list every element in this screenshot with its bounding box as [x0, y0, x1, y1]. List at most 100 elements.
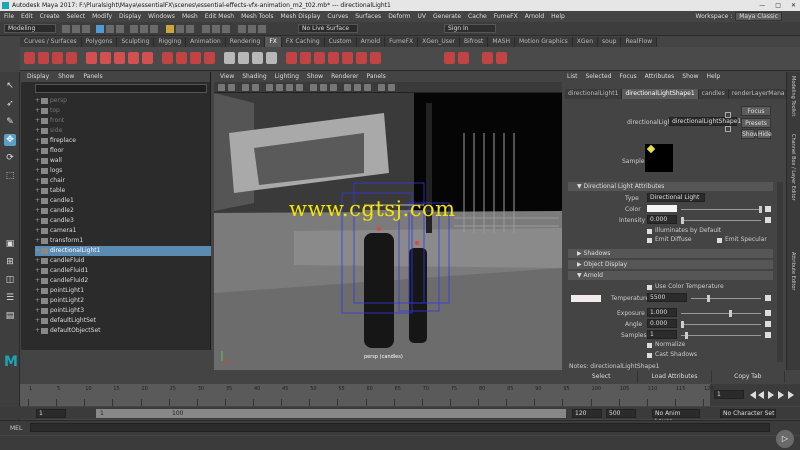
shelf-smoke-icon[interactable] [356, 52, 367, 64]
ae-copy-tab-button[interactable]: Copy Tab [712, 371, 785, 383]
menu-edit-mesh[interactable]: Edit Mesh [205, 13, 234, 20]
illuminates-checkbox[interactable] [647, 229, 652, 234]
outliner-menu-display[interactable]: Display [27, 72, 49, 82]
shelf-tab-fx-caching[interactable]: FX Caching [281, 37, 325, 47]
ae-load-attributes-button[interactable]: Load Attributes [638, 371, 712, 383]
outliner-item[interactable]: + pointLight1 [35, 286, 211, 296]
copy-icon[interactable] [725, 126, 731, 132]
shelf-ocean-icon[interactable] [114, 52, 125, 64]
shelf-ncloth-icon[interactable] [162, 52, 173, 64]
viewport-menu-show[interactable]: Show [307, 72, 323, 82]
shelf-tab-mash[interactable]: MASH [488, 37, 516, 47]
section-object-display[interactable]: ▶ Object Display [568, 260, 773, 269]
exposure-slider[interactable] [681, 310, 761, 317]
shadows-icon[interactable] [310, 84, 317, 91]
shelf-tab-xgen[interactable]: XGen [572, 37, 599, 47]
menu-uv[interactable]: UV [418, 13, 427, 20]
ae-menu-list[interactable]: List [567, 72, 578, 82]
shelf-tab-motion-graphics[interactable]: Motion Graphics [515, 37, 573, 47]
menu-select[interactable]: Select [67, 13, 86, 20]
graph-layout-icon[interactable]: ▤ [4, 310, 16, 322]
type-dropdown[interactable]: Directional Light [647, 193, 705, 202]
ae-menu-focus[interactable]: Focus [620, 72, 637, 82]
menu-mesh-tools[interactable]: Mesh Tools [241, 13, 273, 20]
shelf-tab-soup[interactable]: soup [598, 37, 622, 47]
shelf-surface-flow-icon[interactable] [314, 52, 325, 64]
shelf-fluid-icon[interactable] [86, 52, 97, 64]
hud-icon[interactable] [378, 84, 385, 91]
shelf-tab-curves-surfaces[interactable]: Curves / Surfaces [20, 37, 82, 47]
xray-icon[interactable] [344, 84, 351, 91]
viewport-menu-renderer[interactable]: Renderer [331, 72, 358, 82]
shelf-tab-arnold[interactable]: Arnold [356, 37, 386, 47]
color-map-icon[interactable] [765, 206, 771, 212]
intensity-field[interactable]: 0.000 [647, 215, 677, 224]
angle-slider[interactable] [681, 321, 761, 328]
range-bar[interactable] [96, 409, 566, 418]
samples-map-icon[interactable] [765, 332, 771, 338]
menu-deform[interactable]: Deform [388, 13, 410, 20]
outliner-search-input[interactable] [36, 85, 206, 93]
ae-menu-selected[interactable]: Selected [586, 72, 612, 82]
viewport-scene[interactable]: www.cgtsj.com persp (candles) [214, 93, 562, 370]
shelf-tab-fx[interactable]: FX [265, 37, 282, 47]
menu-windows[interactable]: Windows [148, 13, 175, 20]
rotate-tool-icon[interactable]: ⟳ [4, 152, 16, 164]
xray-joints-icon[interactable] [364, 84, 371, 91]
angle-map-icon[interactable] [765, 321, 771, 327]
color-swatch[interactable] [647, 205, 677, 212]
ae-tab-candles[interactable]: candles [698, 89, 729, 99]
outliner-item[interactable]: + fireplace [35, 136, 211, 146]
shelf-passive-shirt2-icon[interactable] [496, 52, 507, 64]
motion-blur-icon[interactable] [330, 84, 337, 91]
menu-curves[interactable]: Curves [327, 13, 348, 20]
shelf-particle-icon[interactable] [24, 52, 35, 64]
textured-icon[interactable] [286, 84, 293, 91]
section-directional-light[interactable]: ▼ Directional Light Attributes [568, 182, 773, 191]
menu-display[interactable]: Display [119, 13, 141, 20]
viewport-menu-lighting[interactable]: Lighting [275, 72, 299, 82]
shelf-vortex-icon[interactable] [266, 52, 277, 64]
maximize-button[interactable]: □ [775, 0, 781, 11]
focus-icon[interactable] [725, 112, 731, 118]
outliner-item[interactable]: + transform1 [35, 236, 211, 246]
current-frame-field[interactable]: 1 [714, 390, 744, 399]
menu-mesh[interactable]: Mesh [182, 13, 198, 20]
shelf-emitter-icon[interactable] [38, 52, 49, 64]
side-tab-modeling-toolkit[interactable]: Modeling Toolkit [790, 76, 796, 116]
menu-modify[interactable]: Modify [92, 13, 112, 20]
menu-help[interactable]: Help [551, 13, 565, 20]
shelf-tab-polygons[interactable]: Polygons [81, 37, 118, 47]
intensity-slider[interactable] [681, 217, 761, 224]
start-time-field[interactable]: 1 [36, 409, 66, 418]
shelf-tab-rendering[interactable]: Rendering [225, 37, 266, 47]
node-name-field[interactable]: directionalLightShape1 [669, 117, 741, 126]
time-slider[interactable]: 1 5 10 15 20 25 30 35 40 45 50 55 60 65 70 75 80 85 90 95 10… [20, 384, 800, 406]
shelf-tab-rigging[interactable]: Rigging [154, 37, 187, 47]
outliner-layout-icon[interactable]: ☰ [4, 292, 16, 304]
outliner-menu-panels[interactable]: Panels [83, 72, 102, 82]
menu-set-dropdown[interactable]: Modeling [4, 24, 56, 33]
ae-tab-render-layer[interactable]: renderLayerMana [728, 89, 789, 99]
shelf-pond-icon[interactable] [128, 52, 139, 64]
menu-mesh-display[interactable]: Mesh Display [281, 13, 321, 20]
shelf-tab-animation[interactable]: Animation [186, 37, 226, 47]
four-view-layout-icon[interactable]: ⊞ [4, 256, 16, 268]
shelf-nrigid-icon[interactable] [176, 52, 187, 64]
shelf-tab-realflow[interactable]: RealFlow [621, 37, 658, 47]
menu-edit[interactable]: Edit [21, 13, 33, 20]
exposure-map-icon[interactable] [765, 310, 771, 316]
shelf-tab-fumefx[interactable]: FumeFX [385, 37, 419, 47]
angle-field[interactable]: 0.000 [647, 319, 677, 328]
outliner-item[interactable]: + directionalLight1 [35, 246, 211, 256]
side-by-side-layout-icon[interactable]: ◫ [4, 274, 16, 286]
outliner-item[interactable]: + candleFluid [35, 256, 211, 266]
lasso-tool-icon[interactable]: ➶ [4, 98, 16, 110]
shelf-instancer-icon[interactable] [66, 52, 77, 64]
ae-tab-directional-light-shape[interactable]: directionalLightShape1 [622, 89, 699, 99]
shelf-tab-custom[interactable]: Custom [324, 37, 357, 47]
outliner-item[interactable]: + candle3 [35, 216, 211, 226]
end-inner-field[interactable]: 120 [572, 409, 602, 418]
normalize-checkbox[interactable] [647, 343, 652, 348]
emit-diffuse-checkbox[interactable] [647, 238, 652, 243]
